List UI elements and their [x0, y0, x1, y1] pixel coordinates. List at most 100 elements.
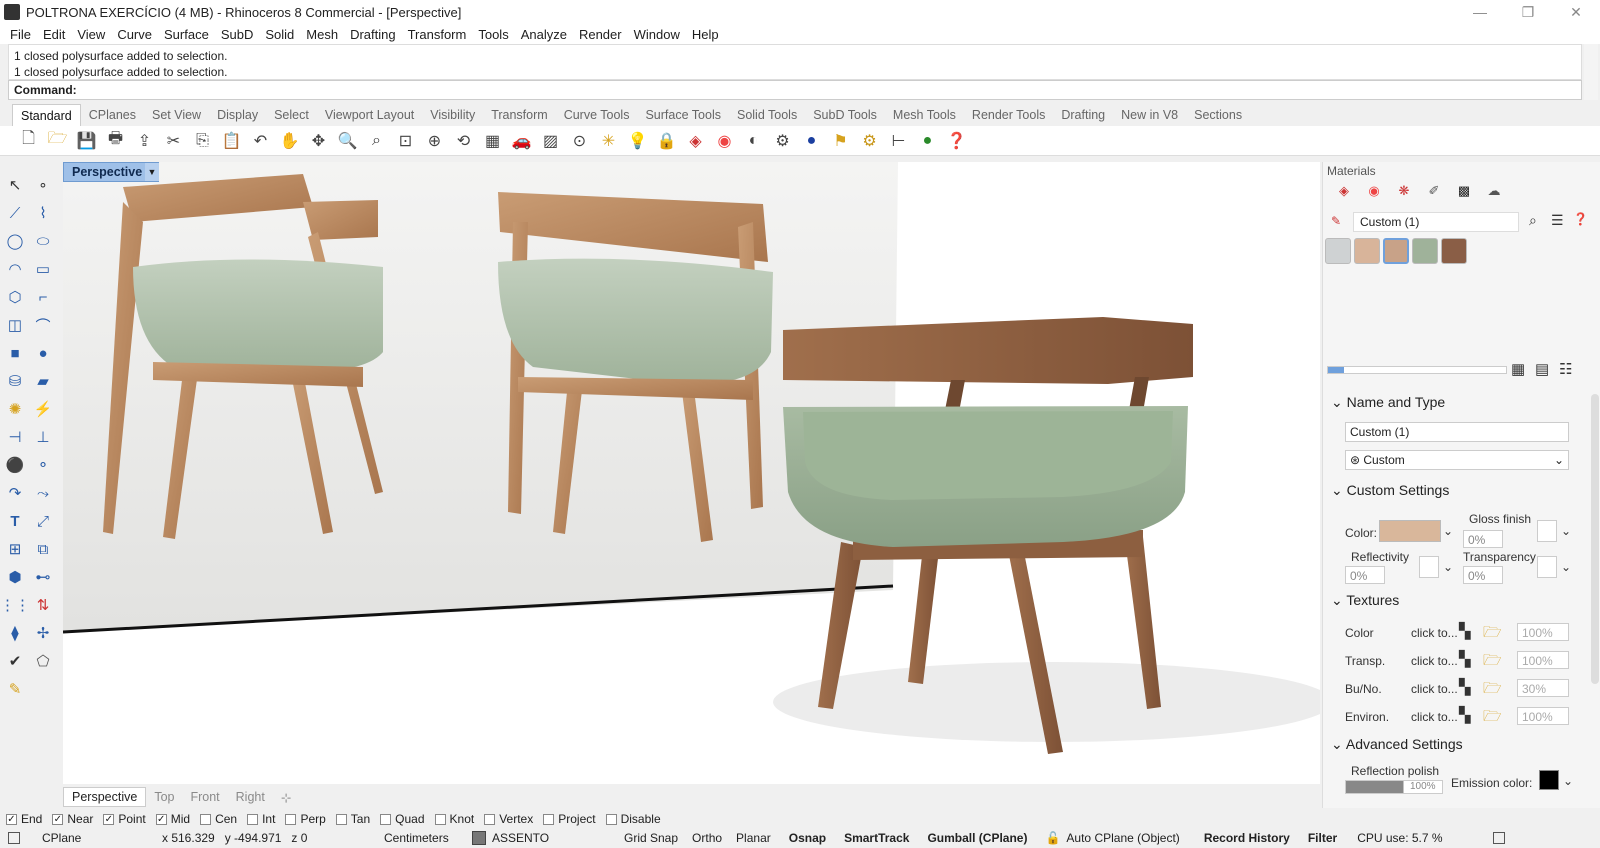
checkbox[interactable]	[380, 813, 392, 825]
grid-snap-toggle[interactable]: Grid Snap	[624, 831, 678, 845]
osnap-tan[interactable]: Tan	[335, 812, 370, 826]
checkbox[interactable]	[434, 813, 446, 825]
tab-top[interactable]: Top	[146, 790, 182, 804]
material-thumbnail[interactable]	[1325, 238, 1351, 264]
paste-icon[interactable]: 📋	[217, 128, 246, 154]
add-view-icon[interactable]: ⊹	[273, 790, 299, 805]
reflectivity-dropdown-icon[interactable]: ⌄	[1443, 560, 1453, 574]
lights-tab-icon[interactable]: ❋	[1393, 181, 1415, 201]
surface-icon[interactable]: ◫	[2, 312, 28, 338]
split-icon[interactable]: ⊣	[2, 424, 28, 450]
blend-icon[interactable]: ⤳	[30, 480, 56, 506]
array-grid-icon[interactable]: ⋮⋮	[0, 592, 30, 618]
material-icon[interactable]: ◈	[681, 128, 710, 154]
tab-drafting[interactable]: Drafting	[1053, 104, 1113, 126]
tab-cplanes[interactable]: CPlanes	[81, 104, 144, 126]
fillet-icon[interactable]: ⌐	[30, 284, 56, 310]
print-icon[interactable]: 🖶	[101, 128, 130, 154]
list-view-icon[interactable]: ▤	[1535, 360, 1549, 378]
offset-icon[interactable]: ↷	[2, 480, 28, 506]
copy-icon[interactable]: ⎘	[188, 128, 217, 154]
folder-icon[interactable]: 🗁	[1483, 706, 1502, 731]
material-type-select[interactable]: ⊛ Custom ⌄	[1345, 450, 1569, 470]
render-sphere-icon[interactable]: ●	[797, 128, 826, 154]
mesh-icon[interactable]: ▰	[30, 368, 56, 394]
undo-view-icon[interactable]: ⟲	[449, 128, 478, 154]
curve-icon[interactable]: ⌇	[30, 200, 56, 226]
menu-tools[interactable]: Tools	[472, 27, 514, 42]
filter-toggle[interactable]: Filter	[1308, 831, 1337, 845]
textures-section[interactable]: ⌄ Textures	[1331, 592, 1399, 609]
light-icon[interactable]: 💡	[623, 128, 652, 154]
snap-icon[interactable]: ⊙	[565, 128, 594, 154]
car-icon[interactable]: 🚗	[507, 128, 536, 154]
ellipse-icon[interactable]: ⬭	[30, 228, 56, 254]
tree-view-icon[interactable]: ☷	[1559, 360, 1572, 378]
menu-file[interactable]: File	[4, 27, 37, 42]
menu-help[interactable]: Help	[686, 27, 725, 42]
cylinder-icon[interactable]: ⛁	[2, 368, 28, 394]
pan-icon[interactable]: ✋	[275, 128, 304, 154]
cplane-toggle-icon[interactable]	[8, 832, 20, 844]
circle-icon[interactable]: ◯	[2, 228, 28, 254]
checkbox[interactable]	[484, 813, 496, 825]
texture-hint[interactable]: click to...	[1411, 682, 1458, 696]
command-scrollbar[interactable]	[1584, 44, 1598, 100]
checkbox[interactable]	[605, 813, 617, 825]
emission-swatch[interactable]	[1539, 770, 1559, 790]
viewport-layout-icon[interactable]: ▦	[478, 128, 507, 154]
help-icon[interactable]: ❓	[942, 128, 971, 154]
tab-surface-tools[interactable]: Surface Tools	[637, 104, 729, 126]
ungroup-icon[interactable]: ⚬	[30, 452, 56, 478]
panel-toggle-icon[interactable]	[1492, 832, 1505, 844]
tab-viewport-layout[interactable]: Viewport Layout	[317, 104, 422, 126]
osnap-disable[interactable]: Disable	[605, 812, 661, 826]
osnap-end[interactable]: ✓ End	[6, 812, 42, 826]
rectangle-icon[interactable]: ▭	[30, 256, 56, 282]
emission-dropdown-icon[interactable]: ⌄	[1563, 774, 1573, 788]
osnap-near[interactable]: ✓ Near	[52, 812, 93, 826]
material-name-box[interactable]: Custom (1)	[1353, 212, 1519, 232]
sun-tab-icon[interactable]: ☁	[1483, 181, 1505, 201]
tab-front[interactable]: Front	[182, 790, 227, 804]
menu-window[interactable]: Window	[628, 27, 686, 42]
scale-icon[interactable]: ⤢	[30, 508, 56, 534]
tab-visibility[interactable]: Visibility	[422, 104, 483, 126]
help-icon[interactable]: ❓	[1573, 212, 1588, 226]
tab-subd-tools[interactable]: SubD Tools	[805, 104, 885, 126]
units[interactable]: Centimeters	[384, 831, 472, 845]
menu-edit[interactable]: Edit	[37, 27, 71, 42]
smarttrack-toggle[interactable]: SmartTrack	[844, 831, 909, 845]
checker-icon[interactable]: ▚	[1459, 678, 1471, 696]
lock-icon[interactable]: 🔓	[1045, 831, 1060, 845]
texture-hint[interactable]: click to...	[1411, 654, 1458, 668]
material-picker-icon[interactable]: ✎	[1331, 214, 1341, 228]
shape-icon[interactable]: ⬠	[30, 648, 56, 674]
osnap-project[interactable]: Project	[543, 812, 596, 826]
material-thumbnail[interactable]	[1412, 238, 1438, 264]
osnap-point[interactable]: ✓ Point	[103, 812, 146, 826]
extend-icon[interactable]: ⊥	[30, 424, 56, 450]
checkbox[interactable]	[335, 813, 347, 825]
text-icon[interactable]: T	[2, 508, 28, 534]
tab-right[interactable]: Right	[228, 790, 273, 804]
name-type-section[interactable]: ⌄ Name and Type	[1331, 394, 1445, 411]
gumball-toggle[interactable]: Gumball (CPlane)	[927, 831, 1027, 845]
menu-render[interactable]: Render	[573, 27, 628, 42]
custom-settings-section[interactable]: ⌄ Custom Settings	[1331, 482, 1449, 499]
materials-tab-icon[interactable]: ◈	[1333, 181, 1355, 201]
box-icon[interactable]: ■	[2, 340, 28, 366]
tab-transform[interactable]: Transform	[483, 104, 556, 126]
osnap-knot[interactable]: Knot	[434, 812, 474, 826]
undo-icon[interactable]: ↶	[246, 128, 275, 154]
menu-surface[interactable]: Surface	[158, 27, 215, 42]
folder-icon[interactable]: 🗁	[1483, 678, 1502, 703]
panel-scrollbar[interactable]	[1591, 394, 1599, 684]
tab-solid-tools[interactable]: Solid Tools	[729, 104, 805, 126]
minimize-icon[interactable]: —	[1456, 0, 1504, 24]
checkbox[interactable]: ✓	[52, 813, 64, 825]
color-swatch[interactable]	[1379, 520, 1441, 542]
menu-icon[interactable]: ☰	[1551, 212, 1564, 229]
gloss-field[interactable]: 0%	[1463, 530, 1503, 548]
dimension-tool-icon[interactable]: ⊷	[30, 564, 56, 590]
